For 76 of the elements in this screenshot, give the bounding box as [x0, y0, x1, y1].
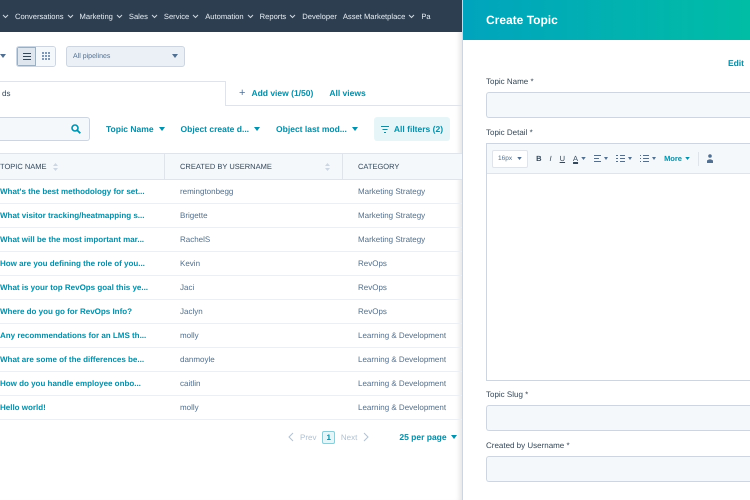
add-view-link[interactable]: + Add view (1/50) [239, 86, 314, 98]
table-cell-text: Learning & Development [357, 354, 448, 366]
table-cell-text: RachelS [179, 234, 212, 246]
topic-link[interactable]: Where do you go for RevOps Info? [0, 300, 165, 323]
table-cell-text: RevOps [357, 258, 388, 270]
caret-icon [158, 127, 165, 131]
panel-title: Create Topic [486, 13, 558, 27]
caret-icon [172, 54, 178, 58]
caret-icon[interactable] [0, 54, 6, 58]
all-views-link[interactable]: All views [329, 88, 366, 98]
table-cell-text: Jaclyn [179, 306, 204, 318]
filter-icon [380, 126, 389, 132]
topic-link[interactable]: What will be the most important mar... [0, 228, 165, 251]
list-view-button[interactable] [17, 46, 36, 66]
table-cell-text: danmoyle [179, 354, 216, 366]
caret-icon[interactable] [150, 14, 158, 18]
caret-icon [352, 127, 358, 131]
field-label: Created by Username * [486, 441, 571, 450]
table-cell-text: RevOps [357, 282, 388, 294]
view-tab[interactable]: ds [0, 80, 226, 106]
caret-icon[interactable] [2, 14, 9, 18]
table-cell-text: molly [179, 330, 200, 342]
table-cell-text: Marketing Strategy [357, 234, 426, 246]
topic-link[interactable]: What is your top RevOps goal this ye... [0, 276, 165, 299]
caret-icon[interactable] [246, 14, 254, 18]
caret-icon[interactable] [192, 14, 200, 18]
page-number[interactable]: 1 [322, 430, 335, 444]
table-cell-text: Learning & Development [357, 330, 448, 342]
list-icon [22, 52, 30, 60]
table-cell-text: Marketing Strategy [357, 186, 426, 198]
all-filters-button[interactable]: All filters (2) [374, 117, 450, 141]
table-cell-text: Marketing Strategy [357, 210, 426, 222]
plus-icon: + [239, 86, 246, 98]
bulleted-list-icon[interactable] [616, 155, 632, 162]
field-label: Topic Name * [486, 77, 535, 86]
table-cell-text: Learning & Development [357, 402, 448, 414]
table-cell-text: RevOps [357, 306, 388, 318]
topic-link[interactable]: What's the best methodology for set... [0, 180, 165, 203]
table-cell-text: Brigette [179, 210, 209, 222]
edit-link[interactable]: Edit [728, 58, 744, 68]
table-cell-text: Jaci [179, 282, 196, 294]
topic-link[interactable]: How do you handle employee onbo... [0, 372, 165, 395]
table-cell-text: Kevin [179, 258, 202, 270]
field-label: Topic Detail * [486, 128, 534, 137]
numbered-list-icon[interactable] [640, 155, 656, 162]
input-field[interactable] [486, 456, 750, 482]
table-cell-text: caitlin [179, 378, 202, 390]
filter-dropdown[interactable]: Object last mod... [276, 124, 358, 134]
caret-icon[interactable] [408, 14, 416, 18]
table-cell-text: Learning & Development [357, 378, 448, 390]
caret-icon [684, 157, 690, 160]
filter-dropdown[interactable]: Topic Name [106, 124, 165, 134]
field-label: Topic Slug * [486, 390, 530, 399]
caret-icon[interactable] [289, 14, 296, 18]
caret-icon[interactable] [66, 14, 74, 18]
grid-icon [42, 52, 50, 60]
topic-link[interactable]: What visitor tracking/heatmapping s... [0, 204, 165, 227]
topic-link[interactable]: Hello world! [0, 396, 165, 419]
per-page-dropdown[interactable]: 25 per page [399, 432, 457, 442]
search-icon [71, 124, 81, 134]
topic-link[interactable]: Any recommendations for an LMS th... [0, 324, 165, 347]
caret-icon [581, 157, 586, 160]
table-cell-text: remingtonbegg [179, 186, 234, 198]
person-icon[interactable] [706, 154, 713, 163]
search-field[interactable] [0, 117, 90, 141]
filter-dropdown[interactable]: Object create d... [180, 124, 260, 134]
caret-icon [254, 127, 260, 131]
input-field[interactable] [486, 405, 750, 431]
input-field[interactable] [486, 92, 750, 118]
table-cell-text: molly [179, 402, 200, 414]
align-icon[interactable] [594, 155, 608, 162]
caret-icon [517, 157, 522, 160]
caret-icon [450, 435, 457, 439]
topic-link[interactable]: What are some of the differences be... [0, 348, 165, 371]
topic-link[interactable]: How are you defining the role of you... [0, 252, 165, 275]
caret-icon[interactable] [116, 14, 123, 18]
